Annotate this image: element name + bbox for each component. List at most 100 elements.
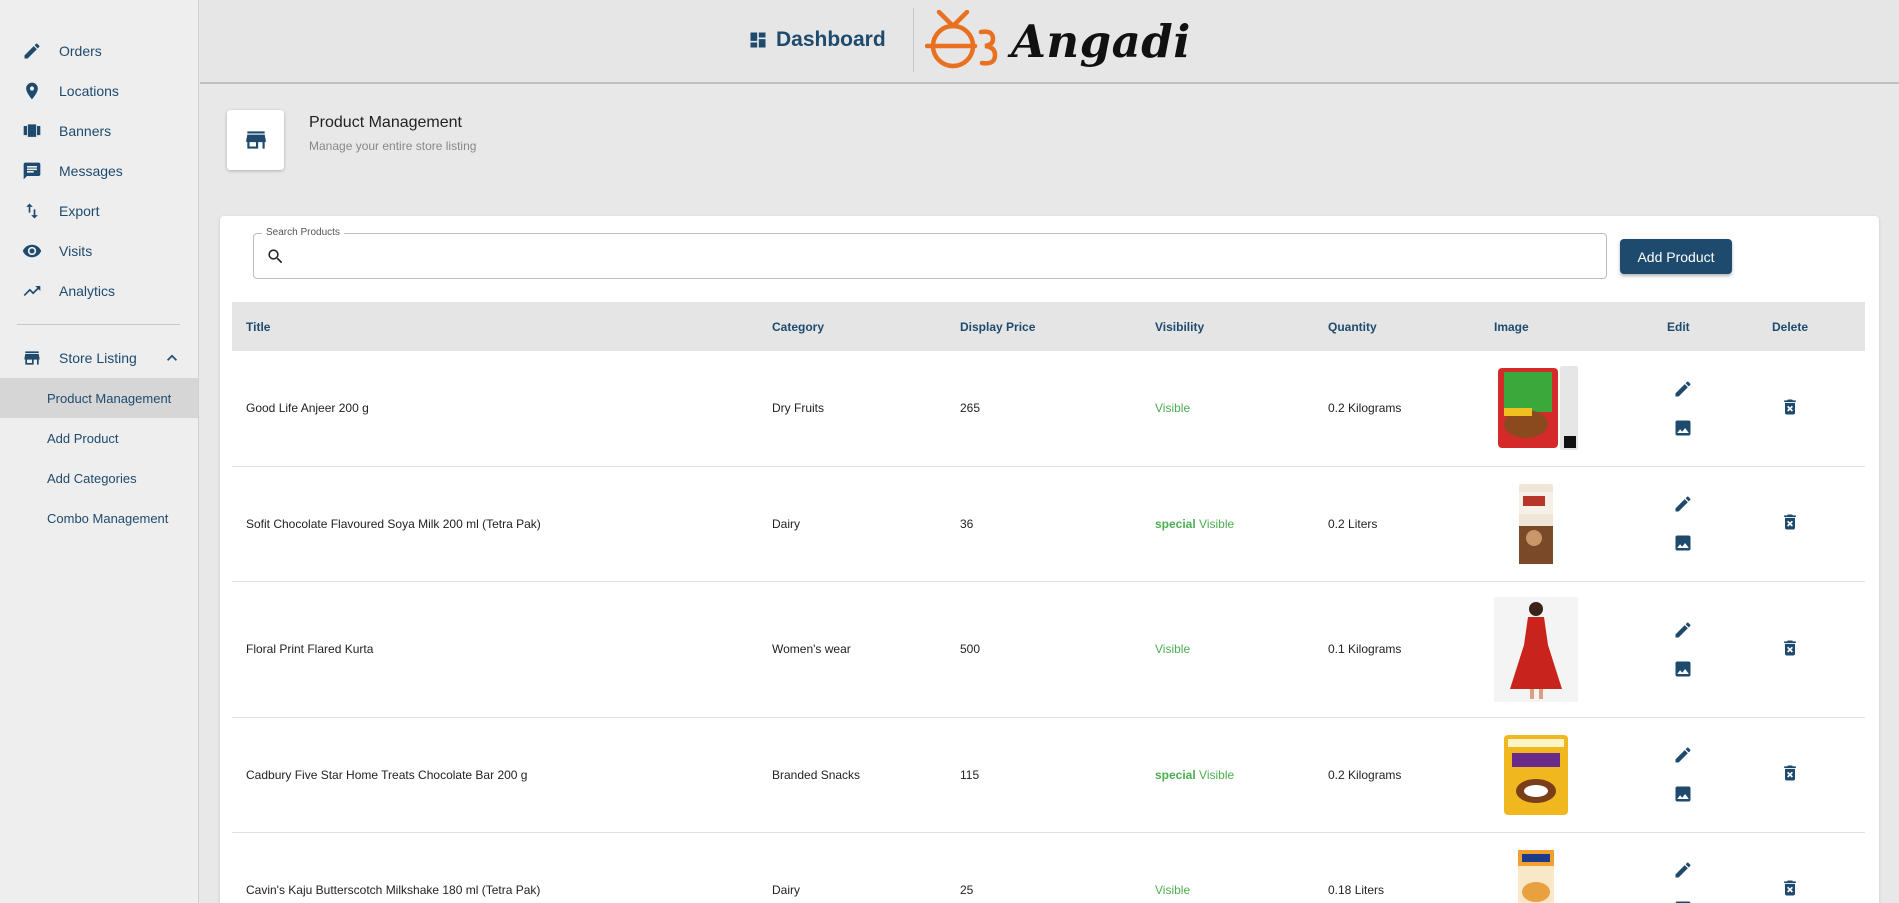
product-category: Dairy	[758, 832, 946, 903]
brand-name: Angadi	[1011, 14, 1191, 68]
product-image-cell	[1480, 351, 1653, 467]
product-thumbnail[interactable]	[1494, 848, 1578, 903]
edit-pencil-icon[interactable]	[1673, 745, 1693, 765]
sidebar-item-visits[interactable]: Visits	[0, 231, 198, 271]
visibility-status: Visible	[1199, 767, 1235, 782]
sidebar-item-label: Orders	[59, 43, 102, 59]
delete-cell	[1758, 466, 1865, 582]
chevron-up-icon[interactable]	[162, 348, 182, 368]
table-row[interactable]: Cavin's Kaju Butterscotch Milkshake 180 …	[232, 832, 1865, 903]
product-title: Good Life Anjeer 200 g	[232, 351, 758, 467]
product-category: Branded Snacks	[758, 717, 946, 833]
delete-forever-icon[interactable]	[1780, 878, 1800, 898]
delete-cell	[1758, 717, 1865, 833]
page-heading: Product Management Manage your entire st…	[200, 86, 1899, 196]
edit-pencil-icon[interactable]	[1673, 494, 1693, 514]
delete-forever-icon[interactable]	[1780, 763, 1800, 783]
sidebar-subitem-add-categories[interactable]: Add Categories	[0, 458, 198, 498]
table-row[interactable]: Floral Print Flared Kurta Women's wear 5…	[232, 581, 1865, 718]
sidebar-nav: Orders Locations Banners Messages Export…	[0, 0, 198, 311]
angadi-logo-icon	[925, 10, 998, 69]
edit-pencil-icon[interactable]	[1673, 379, 1693, 399]
sidebar-item-banners[interactable]: Banners	[0, 111, 198, 151]
dashboard-icon	[750, 32, 766, 48]
sidebar-group-store-listing[interactable]: Store Listing	[0, 338, 198, 378]
top-header: Dashboard Angadi	[200, 0, 1899, 84]
product-thumbnail[interactable]	[1494, 733, 1578, 817]
edit-image-icon[interactable]	[1673, 659, 1693, 679]
table-row[interactable]: Good Life Anjeer 200 g Dry Fruits 265 Vi…	[232, 351, 1865, 467]
sidebar-subitem-product-management[interactable]: Product Management	[0, 378, 198, 418]
delete-cell	[1758, 832, 1865, 903]
product-price: 36	[946, 466, 1141, 582]
sidebar-item-export[interactable]: Export	[0, 191, 198, 231]
visibility-status: Visible	[1155, 401, 1191, 416]
delete-forever-icon[interactable]	[1780, 638, 1800, 658]
column-header-category[interactable]: Category	[758, 302, 946, 351]
product-title: Cadbury Five Star Home Treats Chocolate …	[232, 717, 758, 833]
search-field[interactable]: Search Products	[253, 227, 1607, 279]
message-icon	[22, 161, 42, 181]
brand-logo[interactable]: Angadi	[925, 10, 1191, 72]
pencil-icon	[22, 41, 42, 61]
edit-image-icon[interactable]	[1673, 899, 1693, 903]
sidebar-item-orders[interactable]: Orders	[0, 31, 198, 71]
product-quantity: 0.2 Kilograms	[1314, 351, 1480, 467]
sidebar-subitem-add-product[interactable]: Add Product	[0, 418, 198, 458]
sidebar: Orders Locations Banners Messages Export…	[0, 0, 199, 903]
product-image-cell	[1480, 717, 1653, 833]
sidebar-item-label: Analytics	[59, 283, 116, 299]
product-visibility: Visible	[1141, 351, 1314, 467]
product-quantity: 0.2 Liters	[1314, 466, 1480, 582]
page-title: Product Management	[309, 114, 462, 131]
visibility-status: Visible	[1155, 642, 1191, 656]
add-product-button[interactable]: Add Product	[1620, 239, 1732, 274]
edit-image-icon[interactable]	[1673, 784, 1693, 804]
sidebar-item-label: Export	[59, 203, 100, 219]
dashboard-link[interactable]: Dashboard	[748, 28, 886, 52]
product-thumbnail[interactable]	[1494, 482, 1578, 566]
search-label: Search Products	[262, 227, 344, 238]
special-tag: special	[1155, 516, 1196, 531]
product-category: Dairy	[758, 466, 946, 582]
page-subtitle: Manage your entire store listing	[309, 139, 477, 153]
edit-image-icon[interactable]	[1673, 418, 1693, 438]
product-price: 115	[946, 717, 1141, 833]
column-header-display-price[interactable]: Display Price	[946, 302, 1141, 351]
sidebar-item-locations[interactable]: Locations	[0, 71, 198, 111]
product-title: Cavin's Kaju Butterscotch Milkshake 180 …	[232, 832, 758, 903]
column-header-image: Image	[1494, 319, 1529, 334]
product-thumbnail[interactable]	[1494, 366, 1578, 451]
search-input[interactable]	[296, 242, 1586, 270]
edit-pencil-icon[interactable]	[1673, 860, 1693, 880]
sidebar-item-analytics[interactable]: Analytics	[0, 271, 198, 311]
sidebar-subitem-combo-management[interactable]: Combo Management	[0, 498, 198, 538]
product-price: 500	[946, 581, 1141, 718]
column-header-visibility[interactable]: Visibility	[1141, 302, 1314, 351]
column-header-delete: Delete	[1772, 319, 1809, 334]
product-visibility: special Visible	[1141, 717, 1314, 833]
edit-cell	[1653, 466, 1758, 582]
sidebar-item-messages[interactable]: Messages	[0, 151, 198, 191]
column-header-title[interactable]: Title	[232, 302, 758, 351]
column-header-quantity[interactable]: Quantity	[1314, 302, 1480, 351]
table-row[interactable]: Cadbury Five Star Home Treats Chocolate …	[232, 717, 1865, 833]
product-quantity: 0.18 Liters	[1314, 832, 1480, 903]
product-title: Sofit Chocolate Flavoured Soya Milk 200 …	[232, 466, 758, 582]
edit-image-icon[interactable]	[1673, 533, 1693, 553]
product-thumbnail[interactable]	[1494, 596, 1578, 702]
table-header-row: Title Category Display Price Visibility …	[232, 302, 1865, 351]
header-divider	[913, 8, 914, 72]
product-image-cell	[1480, 832, 1653, 903]
table-row[interactable]: Sofit Chocolate Flavoured Soya Milk 200 …	[232, 466, 1865, 582]
store-icon	[227, 110, 284, 170]
edit-pencil-icon[interactable]	[1673, 620, 1693, 640]
delete-cell	[1758, 581, 1865, 718]
product-visibility: Visible	[1141, 832, 1314, 903]
location-pin-icon	[22, 81, 42, 101]
delete-forever-icon[interactable]	[1780, 397, 1800, 417]
product-quantity: 0.2 Kilograms	[1314, 717, 1480, 833]
delete-forever-icon[interactable]	[1780, 512, 1800, 532]
column-header-edit: Edit	[1667, 319, 1690, 334]
product-card: Search Products Add Product Title Catego…	[220, 216, 1879, 903]
